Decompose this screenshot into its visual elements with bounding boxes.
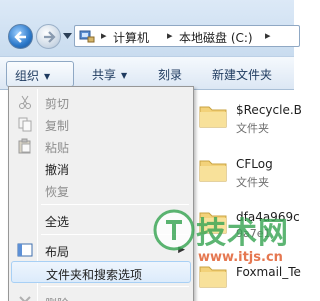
- menu-item-redo[interactable]: 恢复: [11, 179, 191, 201]
- layout-icon: [17, 243, 33, 257]
- menu-item-label: 布局: [45, 245, 70, 259]
- folder-icon: [199, 106, 227, 128]
- address-bar-area: ▸ 计算机 ▸ 本地磁盘 (C:) ▸: [0, 0, 300, 56]
- breadcrumb-separator[interactable]: ▸: [265, 29, 271, 42]
- share-label: 共享: [92, 68, 117, 82]
- file-name: CFLog: [236, 157, 273, 171]
- menu-item-label: 复制: [45, 119, 70, 133]
- menu-item-delete[interactable]: 删除: [11, 291, 191, 301]
- watermark-url: www.itjs.cn: [198, 250, 283, 265]
- chevron-down-icon: ▼: [44, 72, 51, 81]
- back-button[interactable]: [8, 24, 33, 49]
- breadcrumb-separator[interactable]: ▸: [101, 29, 107, 42]
- menu-item-copy[interactable]: 复制: [11, 113, 191, 135]
- file-name: $Recycle.B: [236, 103, 302, 117]
- chevron-down-icon: ▼: [121, 71, 128, 80]
- arrow-left-icon: [14, 31, 26, 43]
- forward-button[interactable]: [36, 24, 61, 49]
- menu-item-paste[interactable]: 粘贴: [11, 135, 191, 157]
- breadcrumb-separator[interactable]: ▸: [167, 29, 173, 42]
- watermark: 技术网 www.itjs.cn: [152, 208, 290, 288]
- scissors-icon: [19, 95, 31, 109]
- menu-item-label: 撤消: [45, 163, 70, 177]
- menu-item-label: 全选: [45, 215, 70, 229]
- share-button[interactable]: 共享 ▼: [84, 61, 135, 87]
- new-folder-button[interactable]: 新建文件夹: [204, 61, 280, 87]
- menu-item-label: 删除: [45, 295, 69, 301]
- copy-icon: [18, 117, 32, 132]
- breadcrumb-computer[interactable]: 计算机: [113, 29, 149, 46]
- history-dropdown-icon[interactable]: [63, 33, 72, 39]
- menu-item-label: 恢复: [45, 185, 70, 199]
- organize-button[interactable]: 组织 ▼: [6, 61, 74, 87]
- menu-item-label: 文件夹和搜索选项: [46, 268, 143, 282]
- menu-item-cut[interactable]: 剪切: [11, 91, 191, 113]
- paste-icon: [18, 138, 31, 154]
- watermark-text: 技术网: [196, 216, 289, 251]
- address-input[interactable]: ▸ 计算机 ▸ 本地磁盘 (C:) ▸: [74, 25, 300, 47]
- burn-button[interactable]: 刻录: [150, 61, 190, 87]
- folder-icon: [199, 160, 227, 182]
- menu-item-label: 剪切: [45, 97, 70, 111]
- burn-label: 刻录: [158, 68, 183, 82]
- file-type: 文件夹: [236, 122, 269, 135]
- new-folder-label: 新建文件夹: [212, 68, 273, 82]
- delete-icon: [19, 296, 31, 301]
- command-bar: 组织 ▼ 共享 ▼ 刻录 新建文件夹: [0, 56, 294, 90]
- watermark-logo-icon: [153, 209, 195, 251]
- organize-label: 组织: [15, 69, 40, 83]
- breadcrumb-drive-c[interactable]: 本地磁盘 (C:): [179, 29, 253, 46]
- file-type: 文件夹: [236, 176, 269, 189]
- menu-item-label: 粘贴: [45, 141, 70, 155]
- menu-separator: [41, 204, 189, 205]
- arrow-right-icon: [44, 31, 56, 43]
- computer-icon: [79, 30, 95, 43]
- menu-item-undo[interactable]: 撤消: [11, 157, 191, 179]
